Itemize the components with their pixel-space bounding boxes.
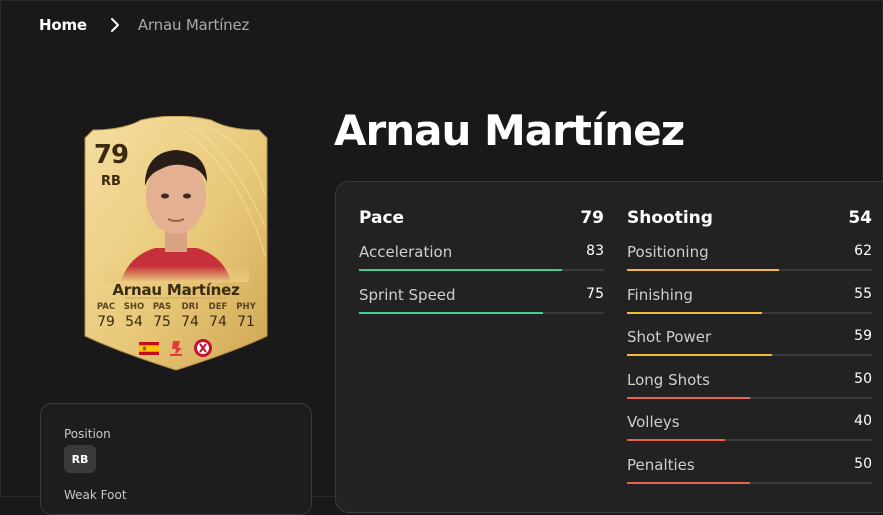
stat-name: Volleys	[627, 413, 680, 431]
breadcrumb-home-link[interactable]: Home	[39, 16, 87, 34]
stat-bar-fill	[627, 354, 772, 356]
spain-flag-icon	[139, 341, 159, 355]
stat-bar-track	[359, 311, 604, 314]
card-badges	[139, 338, 213, 358]
stat-row: Positioning 62	[627, 243, 872, 285]
stat-bar-track	[627, 311, 872, 314]
stat-value: 50	[854, 370, 872, 387]
stat-value: 50	[854, 455, 872, 472]
weak-foot-label: Weak Foot	[64, 488, 127, 502]
stats-panel: Pace 79 Acceleration 83 Sprint Speed 75 Sho…	[335, 181, 883, 513]
stat-row: Finishing 55	[627, 286, 872, 328]
pace-header: Pace 79	[359, 208, 604, 228]
card-stat-label: DRI	[181, 302, 199, 312]
card-stat-value: 74	[209, 314, 227, 330]
stat-row: Volleys 40	[627, 413, 872, 455]
stat-value: 59	[854, 328, 872, 344]
pace-title: Pace	[359, 208, 405, 228]
page-title: Arnau Martínez	[334, 106, 685, 155]
card-stat-pas: PAS 75	[149, 302, 175, 330]
stat-row: Shot Power 59	[627, 328, 872, 370]
stat-value: 40	[854, 413, 872, 429]
stat-row: Long Shots 50	[627, 371, 872, 413]
breadcrumb-current: Arnau Martínez	[137, 16, 250, 34]
stat-row: Sprint Speed 75	[359, 286, 604, 328]
stat-bar-track	[627, 439, 872, 441]
card-stat-label: SHO	[123, 302, 145, 312]
card-stat-phy: PHY 71	[233, 302, 259, 330]
card-stat-label: PHY	[236, 302, 256, 312]
card-stat-label: PAC	[96, 302, 116, 312]
stat-name: Finishing	[627, 285, 693, 304]
girona-crest-icon	[194, 339, 212, 357]
stat-row: Penalties 50	[627, 456, 872, 498]
shooting-header: Shooting 54	[627, 208, 872, 228]
stat-bar-fill	[359, 269, 563, 271]
card-stat-def: DEF 74	[205, 302, 231, 330]
card-stat-dri: DRI 74	[177, 302, 203, 330]
shooting-title: Shooting	[627, 208, 713, 228]
position-label: Position	[64, 427, 111, 441]
stat-bar-track	[627, 481, 872, 484]
breadcrumb: Home Arnau Martínez	[39, 14, 249, 36]
card-stats: PAC 79 SHO 54 PAS 75 DRI 74 DEF 74 PHY 71	[93, 302, 259, 330]
card-stat-pac: PAC 79	[93, 302, 119, 330]
player-info-box: Position RB Weak Foot	[40, 403, 312, 515]
card-rating: 79	[93, 140, 129, 170]
stat-value: 62	[854, 243, 872, 259]
stat-bar-fill	[627, 269, 779, 271]
card-player-name: Arnau Martínez	[112, 281, 240, 299]
stat-row: Acceleration 83	[359, 243, 604, 285]
stat-bar-fill	[627, 311, 762, 314]
card-stat-value: 74	[181, 314, 199, 330]
card-stat-value: 54	[125, 314, 143, 330]
card-stat-value: 75	[153, 314, 171, 330]
stat-bar-fill	[359, 311, 543, 314]
pace-value: 79	[580, 208, 604, 228]
stat-bar-track	[359, 269, 604, 271]
stat-bar-fill	[627, 481, 750, 484]
card-stat-label: DEF	[208, 302, 228, 312]
stat-name: Sprint Speed	[359, 285, 456, 304]
player-card: 79 RB Arnau Martínez PAC 79 SHO 54 PAS 75 D…	[83, 116, 269, 372]
card-position: RB	[101, 174, 121, 189]
card-stat-value: 71	[237, 314, 255, 330]
card-stat-label: PAS	[152, 302, 172, 312]
position-chip: RB	[64, 445, 96, 473]
card-stat-sho: SHO 54	[121, 302, 147, 330]
card-stat-value: 79	[97, 314, 115, 330]
stat-value: 75	[586, 285, 604, 302]
stat-bar-fill	[627, 396, 750, 399]
stat-name: Positioning	[627, 243, 709, 261]
stat-bar-track	[627, 269, 872, 271]
shooting-value: 54	[848, 208, 872, 228]
chevron-right-icon	[110, 18, 119, 32]
stat-bar-fill	[627, 439, 725, 441]
stat-value: 83	[586, 243, 604, 259]
stat-name: Shot Power	[627, 328, 712, 346]
stat-name: Acceleration	[359, 243, 453, 261]
laliga-logo-icon	[170, 341, 182, 356]
stat-name: Long Shots	[627, 370, 710, 389]
stat-value: 55	[854, 285, 872, 302]
stat-name: Penalties	[627, 455, 695, 474]
stat-bar-track	[627, 354, 872, 356]
stat-bar-track	[627, 396, 872, 399]
